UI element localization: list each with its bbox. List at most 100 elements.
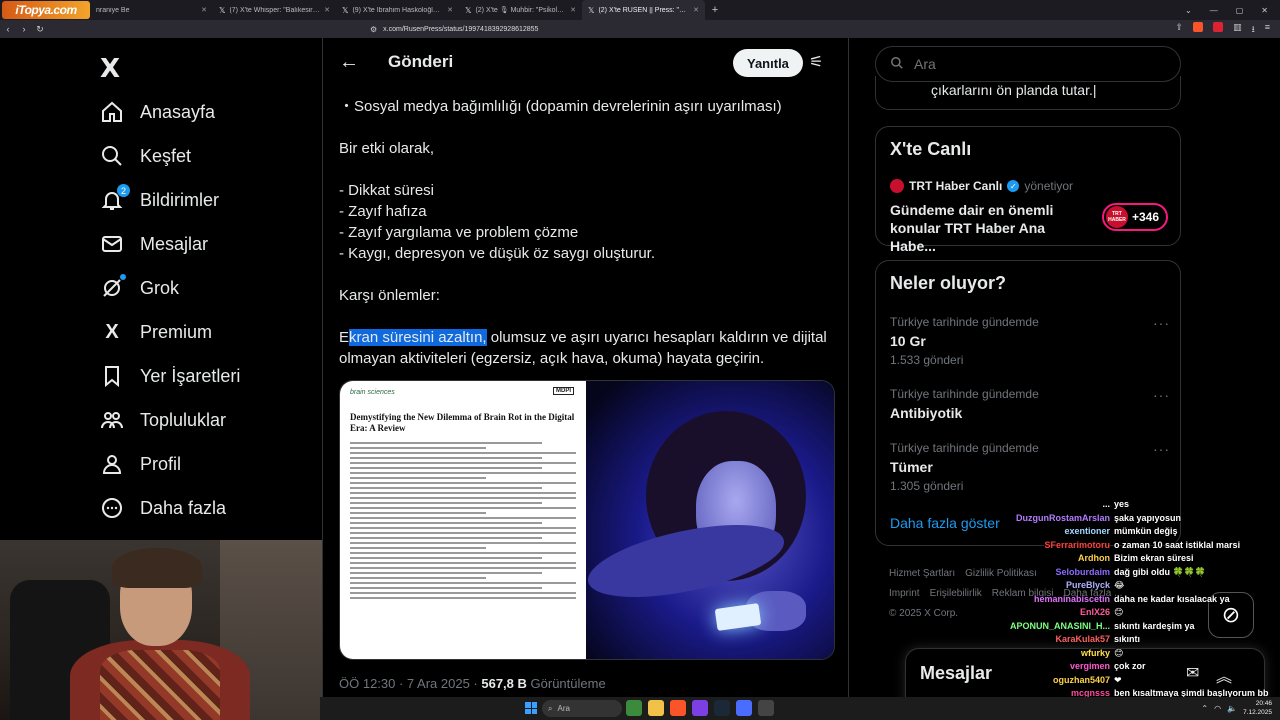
more-options-icon[interactable]: ···: [1153, 441, 1170, 457]
taskbar-search[interactable]: ⌕ Ara: [542, 700, 622, 717]
reload-icon[interactable]: ↻: [32, 24, 48, 35]
file-explorer-icon[interactable]: [648, 700, 664, 716]
tab-label: nraniye Be: [96, 6, 130, 14]
brave-icon[interactable]: [670, 700, 686, 716]
sidebar-item-label: Yer İşaretleri: [140, 365, 241, 386]
grok-icon: [100, 274, 126, 300]
footer-link[interactable]: Imprint: [889, 588, 920, 599]
show-more-link[interactable]: Daha fazla göster: [890, 515, 1000, 531]
window-close-icon[interactable]: ✕: [1261, 6, 1268, 15]
search-input[interactable]: Ara: [875, 46, 1181, 82]
chat-username[interactable]: vergimen: [990, 660, 1110, 674]
tab-label: (7) X'te Whisper: "Balıkesir'de düzen": [229, 6, 321, 14]
downloads-icon[interactable]: ⭳: [1252, 22, 1255, 38]
chat-username[interactable]: oguzhan5407: [990, 674, 1110, 688]
trend-context: Türkiye tarihinde gündemde: [890, 441, 1039, 455]
page-title: Gönderi: [388, 52, 454, 71]
chat-username[interactable]: DuzgunRostamArslan: [990, 512, 1110, 526]
app-icon[interactable]: [758, 700, 774, 716]
post-text-line: Ekran süresini azaltın, olumsuz ve aşırı…: [339, 327, 827, 348]
close-icon[interactable]: ✕: [693, 6, 699, 14]
tab-list-icon[interactable]: ⌄: [1185, 6, 1192, 15]
chat-username[interactable]: PureBlyck: [990, 579, 1110, 593]
close-icon[interactable]: ✕: [201, 6, 207, 14]
back-icon[interactable]: ‹: [0, 24, 16, 34]
paper-image[interactable]: brain sciences MDPI Demystifying the New…: [340, 381, 587, 659]
sidebar-item-profile[interactable]: Profil: [100, 444, 181, 484]
tray-chevron-icon[interactable]: ⌃: [1201, 704, 1208, 713]
sidebar-item-explore[interactable]: Keşfet: [100, 136, 191, 176]
chat-text: şaka yapıyosun: [1114, 512, 1182, 523]
footer-link[interactable]: Hizmet Şartları: [889, 568, 955, 579]
trend-item[interactable]: Türkiye tarihinde gündemde 10 Gr 1.533 g…: [890, 315, 1170, 367]
trend-item[interactable]: Türkiye tarihinde gündemde Tümer 1.305 g…: [890, 441, 1170, 493]
minimize-icon[interactable]: —: [1210, 6, 1218, 15]
volume-icon[interactable]: 🔈: [1227, 704, 1237, 713]
windows-start-icon[interactable]: [525, 702, 537, 714]
sidebar-item-notifications[interactable]: 2 Bildirimler: [100, 180, 219, 220]
forward-icon[interactable]: ›: [16, 24, 32, 34]
verified-badge-icon: ✓: [1007, 180, 1020, 192]
browser-tab[interactable]: 𝕏(9) X'te İbrahim Haskoloğlu: "Spor B✕: [336, 0, 459, 20]
browser-tab-active[interactable]: 𝕏(2) X'te RUSEN || Press: "Beyin çü ✕: [582, 0, 705, 20]
extension-icon[interactable]: [1213, 22, 1224, 32]
sidebar-item-home[interactable]: Anasayfa: [100, 92, 215, 132]
post-media[interactable]: brain sciences MDPI Demystifying the New…: [339, 380, 835, 660]
filter-settings-icon[interactable]: ⚟: [809, 52, 823, 72]
footer-link[interactable]: Erişilebilirlik: [930, 588, 982, 599]
close-icon[interactable]: ✕: [324, 6, 330, 14]
sidebar-item-label: Profil: [140, 453, 182, 474]
obs-icon[interactable]: [736, 700, 752, 716]
menu-icon[interactable]: ≡: [1265, 22, 1270, 38]
address-bar[interactable]: ⚙ x.com/RusenPress/status/19974183929286…: [370, 21, 910, 37]
sidebar-item-premium[interactable]: X Premium: [100, 312, 212, 352]
close-icon[interactable]: ✕: [570, 6, 576, 14]
close-icon[interactable]: ✕: [447, 6, 453, 14]
chat-username[interactable]: Seloburdaim: [990, 566, 1110, 580]
live-card[interactable]: X'te Canlı TRT Haber Canlı ✓ yönetiyor G…: [875, 126, 1181, 254]
reply-button[interactable]: Yanıtla: [733, 49, 803, 77]
phone-user-photo[interactable]: [586, 381, 834, 659]
post-timestamp[interactable]: ÖÖ 12:30 · 7 Ara 2025 ·: [339, 676, 481, 691]
x-logo-icon[interactable]: X: [100, 54, 120, 84]
chat-username[interactable]: Ardhon: [990, 552, 1110, 566]
more-options-icon[interactable]: ···: [1153, 315, 1170, 331]
sidebar-item-bookmarks[interactable]: Yer İşaretleri: [100, 356, 240, 396]
chat-username[interactable]: EnIX26: [990, 606, 1110, 620]
chat-message: Seloburdaim dağ gibi oldu 🍀🍀🍀: [990, 566, 1280, 580]
app-widget-icon[interactable]: [626, 700, 642, 716]
wifi-icon[interactable]: ◠: [1214, 704, 1221, 713]
chat-username[interactable]: APONUN_ANASINI_H...: [990, 620, 1110, 634]
browser-tab[interactable]: nraniye Be ✕: [90, 0, 213, 20]
sidebar-item-messages[interactable]: Mesajlar: [100, 224, 208, 264]
discord-icon[interactable]: [692, 700, 708, 716]
x-premium-icon: X: [105, 320, 119, 343]
maximize-icon[interactable]: ▢: [1236, 6, 1244, 15]
chat-username[interactable]: wfurky: [990, 647, 1110, 661]
sidebar-toggle-icon[interactable]: ▥: [1233, 22, 1242, 38]
sidebar-item-label: Daha fazla: [140, 497, 227, 518]
site-info-icon[interactable]: ⚙: [370, 25, 377, 34]
chat-username[interactable]: KaraKulak57: [990, 633, 1110, 647]
live-listeners[interactable]: TRT HABER +346: [1102, 203, 1168, 231]
browser-tab[interactable]: 𝕏(2) X'te 🎙 Muhbir: "Psikolog Esra E ✕: [459, 0, 582, 20]
share-icon[interactable]: ⇪: [1176, 22, 1184, 38]
chat-username[interactable]: exentioner: [990, 525, 1110, 539]
sidebar-item-grok[interactable]: Grok: [100, 268, 179, 308]
browser-tab[interactable]: 𝕏(7) X'te Whisper: "Balıkesir'de düzen"✕: [213, 0, 336, 20]
clock[interactable]: 20:46 7.12.2025: [1243, 699, 1272, 717]
more-circle-icon: [100, 496, 124, 520]
chat-username[interactable]: SFerrarimotoru: [990, 539, 1110, 553]
sidebar-item-communities[interactable]: Topluluklar: [100, 400, 226, 440]
chat-username[interactable]: ...: [990, 498, 1110, 512]
steam-icon[interactable]: [714, 700, 730, 716]
trend-item[interactable]: Türkiye tarihinde gündemde Antibiyotik ·…: [890, 387, 1170, 421]
new-tab-button[interactable]: +: [705, 4, 725, 16]
sidebar-item-more[interactable]: Daha fazla: [100, 488, 226, 528]
trend-count: 1.305 gönderi: [890, 479, 964, 493]
brave-shield-icon[interactable]: [1193, 22, 1204, 32]
chat-username[interactable]: hemaninabiscetin: [990, 593, 1110, 607]
taskbar-search-label: Ara: [557, 704, 570, 713]
back-arrow-icon[interactable]: ←: [339, 51, 359, 74]
more-options-icon[interactable]: ···: [1153, 387, 1170, 403]
